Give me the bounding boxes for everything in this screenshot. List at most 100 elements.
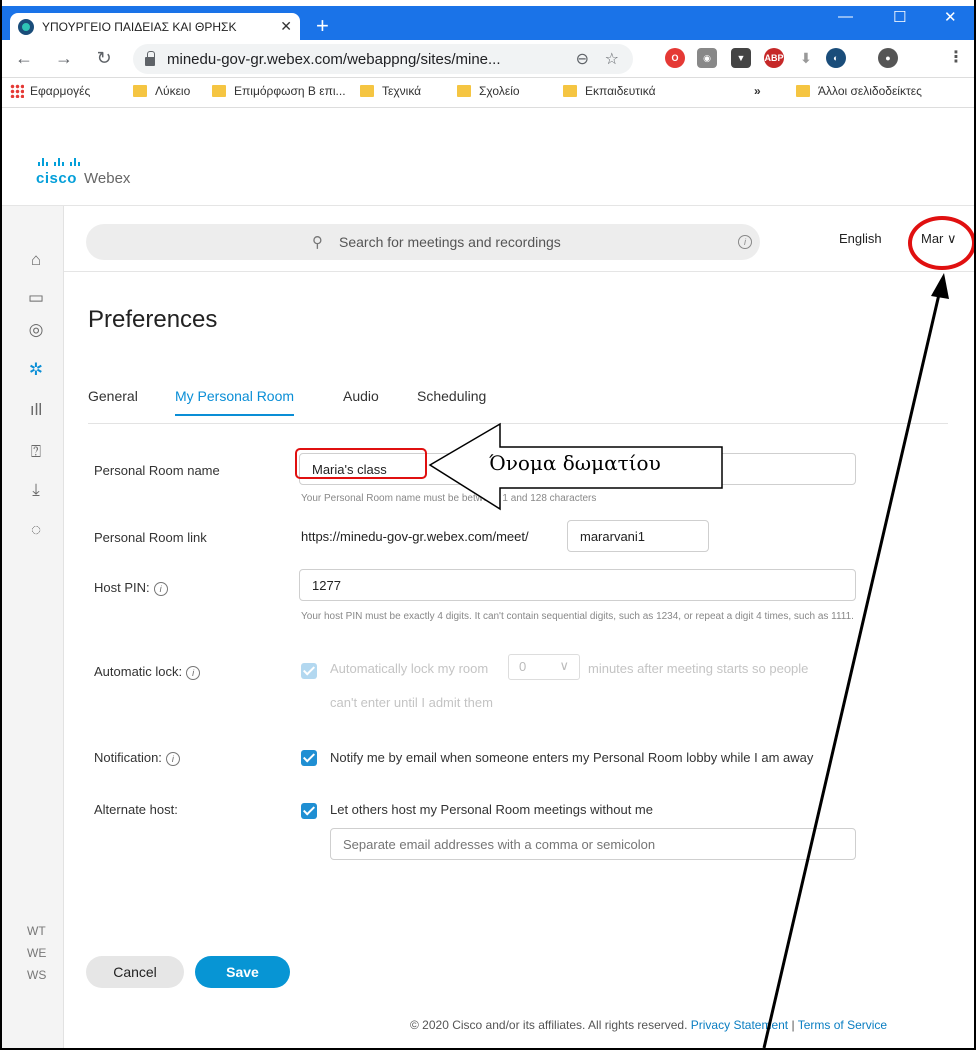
rail-item-wt[interactable]: WT bbox=[27, 924, 46, 938]
auto-lock-text-c: can't enter until I admit them bbox=[330, 695, 493, 710]
more-bookmarks-button[interactable]: » bbox=[754, 84, 761, 98]
left-nav-rail: ⌂ ▭ ◎ ✲ ıll ⍰ ⤓ ◌ WT WE WS bbox=[2, 206, 64, 1048]
alt-host-email-input[interactable] bbox=[330, 828, 856, 860]
meetings-icon[interactable]: ▭ bbox=[26, 288, 46, 308]
folder-icon bbox=[457, 85, 471, 97]
url-text: minedu-gov-gr.webex.com/webappng/sites/m… bbox=[167, 50, 501, 68]
bookmark-folder[interactable]: Επιμόρφωση Β επι... bbox=[212, 84, 346, 98]
folder-icon bbox=[212, 85, 226, 97]
bookmark-label: Εκπαιδευτικά bbox=[585, 84, 656, 98]
zoom-icon[interactable]: ⊖ bbox=[576, 49, 589, 69]
recordings-icon[interactable]: ◎ bbox=[26, 320, 46, 340]
adblock-icon[interactable]: ABP bbox=[764, 48, 784, 68]
reload-icon[interactable]: ↻ bbox=[90, 48, 118, 69]
lock-icon bbox=[145, 50, 155, 66]
terms-link[interactable]: Terms of Service bbox=[798, 1018, 887, 1032]
home-icon[interactable]: ⌂ bbox=[26, 250, 46, 270]
notification-label-text: Notification: bbox=[94, 750, 162, 765]
bookmark-apps[interactable]: Εφαρμογές bbox=[10, 84, 90, 98]
cisco-logo-text: cisco bbox=[36, 170, 77, 187]
rail-item-ws[interactable]: WS bbox=[27, 968, 46, 982]
auto-lock-text-a: Automatically lock my room bbox=[330, 661, 489, 676]
page-title: Preferences bbox=[88, 306, 218, 333]
alt-host-text: Let others host my Personal Room meeting… bbox=[330, 802, 653, 817]
room-link-label: Personal Room link bbox=[94, 530, 207, 545]
bookmark-folder[interactable]: Σχολείο bbox=[457, 84, 520, 98]
download-icon[interactable]: ⤓ bbox=[26, 480, 46, 500]
notification-checkbox[interactable] bbox=[301, 750, 317, 766]
bookmark-label: Εφαρμογές bbox=[30, 84, 91, 98]
info-icon[interactable]: i bbox=[153, 581, 168, 596]
maximize-icon[interactable]: ☐ bbox=[893, 8, 906, 26]
download-arrow-icon[interactable]: ⬇ bbox=[796, 48, 816, 68]
tab-my-personal-room[interactable]: My Personal Room bbox=[175, 388, 295, 416]
webex-favicon-icon bbox=[18, 18, 34, 35]
info-icon[interactable]: i bbox=[738, 235, 752, 249]
tab-audio[interactable]: Audio bbox=[343, 388, 379, 414]
chevron-down-icon: ∨ bbox=[559, 658, 569, 673]
host-pin-input[interactable] bbox=[299, 569, 856, 601]
auto-lock-label-text: Automatic lock: bbox=[94, 664, 183, 679]
star-icon[interactable]: ☆ bbox=[605, 49, 619, 69]
save-button[interactable]: Save bbox=[195, 956, 290, 988]
privacy-link[interactable]: Privacy Statement bbox=[691, 1018, 788, 1032]
host-pin-label-text: Host PIN: bbox=[94, 580, 150, 595]
opera-extension-icon[interactable]: O bbox=[665, 48, 685, 68]
host-pin-hint: Your host PIN must be exactly 4 digits. … bbox=[301, 611, 854, 622]
help-icon[interactable]: ⍰ bbox=[26, 442, 46, 462]
browser-tab-bar: ΥΠΟΥΡΓΕΙΟ ΠΑΙΔΕΙΑΣ ΚΑΙ ΘΡΗΣΚ ✕ + — ☐ ✕ bbox=[0, 6, 976, 40]
auto-lock-checkbox[interactable] bbox=[301, 663, 317, 679]
folder-icon bbox=[796, 85, 810, 97]
meeting-search-bar[interactable]: ⚲ Search for meetings and recordings i bbox=[86, 224, 760, 260]
annotation-highlight-ellipse bbox=[908, 216, 976, 270]
profile-icon[interactable]: ● bbox=[878, 48, 898, 68]
window-close-icon[interactable]: ✕ bbox=[944, 8, 957, 26]
bookmark-folder[interactable]: Εκπαιδευτικά bbox=[563, 84, 656, 98]
language-selector[interactable]: English bbox=[839, 231, 882, 246]
room-link-input[interactable] bbox=[567, 520, 709, 552]
cisco-logo-icon bbox=[38, 158, 80, 166]
forward-icon[interactable]: → bbox=[50, 48, 78, 69]
browser-tab-title: ΥΠΟΥΡΓΕΙΟ ΠΑΙΔΕΙΑΣ ΚΑΙ ΘΡΗΣΚ bbox=[42, 19, 237, 34]
tab-general[interactable]: General bbox=[88, 388, 138, 414]
room-link-prefix: https://minedu-gov-gr.webex.com/meet/ bbox=[301, 529, 529, 544]
auto-lock-label: Automatic lock: i bbox=[94, 664, 201, 680]
bookmarks-bar: Εφαρμογές Λύκειο Επιμόρφωση Β επι... Τεχ… bbox=[0, 78, 976, 108]
alt-host-checkbox[interactable] bbox=[301, 803, 317, 819]
webex-header: cisco Webex bbox=[2, 108, 974, 206]
back-icon[interactable]: ← bbox=[10, 48, 38, 69]
footer: © 2020 Cisco and/or its affiliates. All … bbox=[410, 1018, 887, 1032]
header-divider bbox=[64, 271, 974, 272]
annotation-label: Όνομα δωματίου bbox=[489, 451, 661, 475]
webex-logo-text: Webex bbox=[84, 170, 131, 187]
tab-scheduling[interactable]: Scheduling bbox=[417, 388, 486, 414]
omnibox[interactable]: minedu-gov-gr.webex.com/webappng/sites/m… bbox=[133, 44, 633, 74]
feedback-icon[interactable]: ◌ bbox=[26, 520, 46, 540]
insights-icon[interactable]: ıll bbox=[26, 400, 46, 420]
menu-dots-icon[interactable]: ⋮ bbox=[946, 48, 966, 68]
rail-item-we[interactable]: WE bbox=[27, 946, 46, 960]
webex-extension-icon[interactable]: ◐ bbox=[826, 48, 846, 68]
apps-grid-icon bbox=[10, 84, 24, 98]
download-extension-icon[interactable]: ▼ bbox=[731, 48, 751, 68]
folder-icon bbox=[360, 85, 374, 97]
film-extension-icon[interactable]: ◉ bbox=[697, 48, 717, 68]
info-icon[interactable]: i bbox=[165, 751, 180, 766]
browser-tab[interactable]: ΥΠΟΥΡΓΕΙΟ ΠΑΙΔΕΙΑΣ ΚΑΙ ΘΡΗΣΚ ✕ bbox=[10, 13, 300, 40]
cancel-button[interactable]: Cancel bbox=[86, 956, 184, 988]
address-bar: ← → ↻ minedu-gov-gr.webex.com/webappng/s… bbox=[0, 40, 976, 78]
info-icon[interactable]: i bbox=[186, 665, 201, 680]
preferences-gear-icon[interactable]: ✲ bbox=[26, 360, 46, 380]
alt-host-label: Alternate host: bbox=[94, 802, 178, 817]
bookmark-folder[interactable]: Τεχνικά bbox=[360, 84, 421, 98]
auto-lock-minutes-select[interactable]: 0 ∨ bbox=[508, 654, 580, 680]
other-bookmarks[interactable]: Άλλοι σελιδοδείκτες bbox=[796, 84, 922, 98]
annotation-highlight-box bbox=[295, 448, 427, 479]
close-icon[interactable]: ✕ bbox=[280, 18, 292, 35]
host-pin-label: Host PIN: i bbox=[94, 580, 168, 596]
minimize-icon[interactable]: — bbox=[838, 8, 853, 25]
bookmark-label: Τεχνικά bbox=[382, 84, 422, 98]
new-tab-icon[interactable]: + bbox=[316, 15, 329, 37]
bookmark-folder[interactable]: Λύκειο bbox=[133, 84, 190, 98]
minutes-value: 0 bbox=[519, 659, 527, 674]
